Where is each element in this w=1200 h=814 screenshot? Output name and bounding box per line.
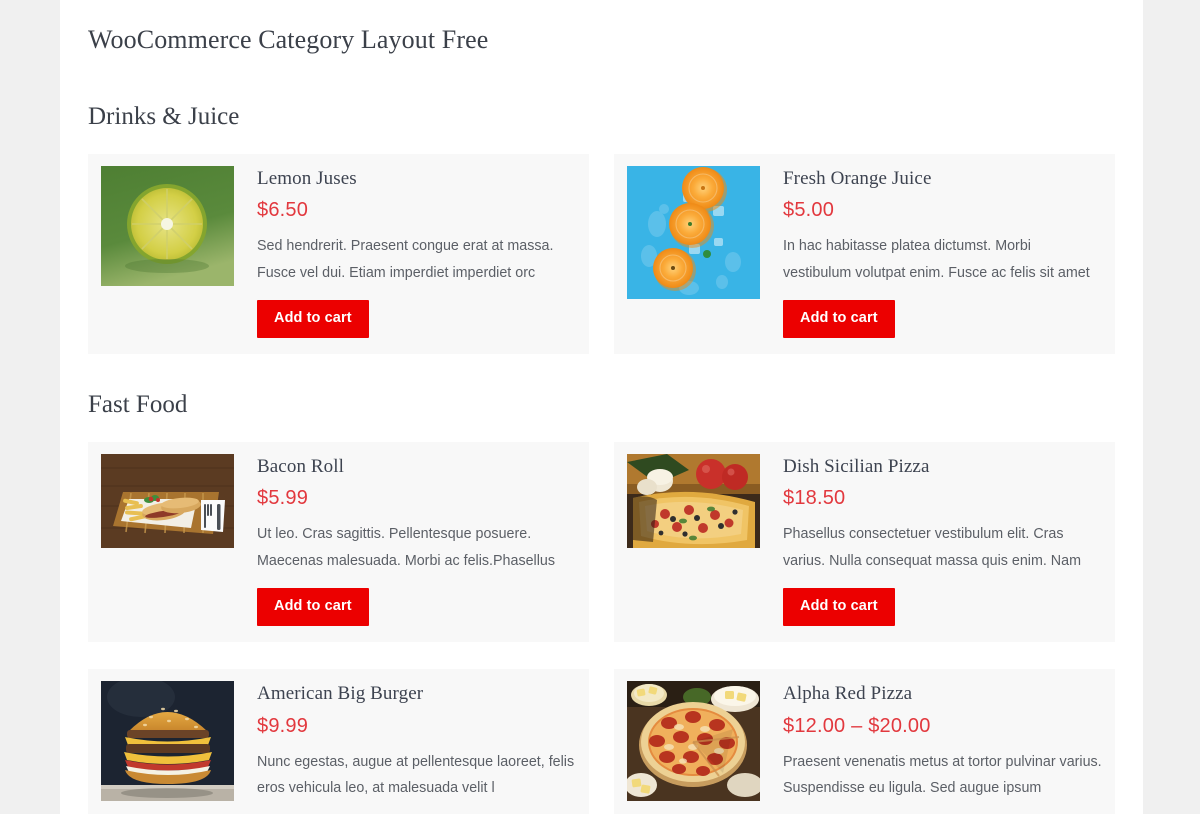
product-description: In hac habitasse platea dictumst. Morbi …	[783, 238, 1090, 281]
add-to-cart-button[interactable]: Add to cart	[783, 300, 895, 338]
product-description: Praesent venenatis metus at tortor pulvi…	[783, 753, 1102, 797]
product-card[interactable]: Dish Sicilian Pizza $18.50 Phasellus con…	[614, 441, 1115, 642]
product-name[interactable]: Fresh Orange Juice	[783, 168, 1102, 191]
product-details: Bacon Roll $5.99 Ut leo. Cras sagittis. …	[257, 454, 576, 626]
product-grid: Bacon Roll $5.99 Ut leo. Cras sagittis. …	[88, 441, 1115, 814]
product-description: Ut leo. Cras sagittis. Pellentesque posu…	[257, 526, 556, 569]
product-price: $5.00	[783, 199, 835, 222]
product-details: American Big Burger $9.99 Nunc egestas, …	[257, 681, 576, 814]
product-details: Lemon Juses $6.50 Sed hendrerit. Praesen…	[257, 166, 576, 338]
product-name[interactable]: Dish Sicilian Pizza	[783, 456, 1102, 479]
product-name[interactable]: Alpha Red Pizza	[783, 683, 1102, 706]
product-card[interactable]: Fresh Orange Juice $5.00 In hac habitass…	[614, 153, 1115, 354]
category-title: Drinks & Juice	[88, 102, 240, 130]
add-to-cart-button[interactable]: Add to cart	[257, 300, 369, 338]
product-card[interactable]: Bacon Roll $5.99 Ut leo. Cras sagittis. …	[88, 441, 589, 642]
product-card[interactable]: Lemon Juses $6.50 Sed hendrerit. Praesen…	[88, 153, 589, 354]
product-description: Sed hendrerit. Praesent congue erat at m…	[257, 238, 554, 281]
product-description: Nunc egestas, augue at pellentesque laor…	[257, 753, 575, 797]
product-name[interactable]: American Big Burger	[257, 683, 576, 706]
category-section-fast-food: Fast Food Bacon Roll $5.99 Ut leo. Cras …	[88, 354, 1115, 814]
pepperoni-pizza-on-wooden-table-image[interactable]	[627, 680, 760, 801]
product-price: $18.50	[783, 487, 846, 510]
product-details: Fresh Orange Juice $5.00 In hac habitass…	[783, 166, 1102, 338]
content-sheet: WooCommerce Category Layout Free Drinks …	[60, 0, 1143, 814]
bacon-roll-with-fries-on-wooden-table-image[interactable]	[101, 453, 234, 548]
double-cheeseburger-on-dark-background-image[interactable]	[101, 680, 234, 801]
add-to-cart-button[interactable]: Add to cart	[257, 588, 369, 626]
product-price: $6.50	[257, 199, 309, 222]
category-title: Fast Food	[88, 390, 188, 418]
product-price: $9.99	[257, 714, 309, 737]
product-card[interactable]: Alpha Red Pizza $12.00 – $20.00 Praesent…	[614, 668, 1115, 814]
product-name[interactable]: Bacon Roll	[257, 456, 576, 479]
lemon-slice-on-green-background-image[interactable]	[101, 165, 234, 286]
product-price: $12.00 – $20.00	[783, 714, 931, 737]
product-details: Alpha Red Pizza $12.00 – $20.00 Praesent…	[783, 681, 1102, 814]
product-description: Phasellus consectetuer vestibulum elit. …	[783, 526, 1081, 569]
page-background: WooCommerce Category Layout Free Drinks …	[0, 0, 1200, 814]
product-price: $5.99	[257, 487, 309, 510]
product-card[interactable]: American Big Burger $9.99 Nunc egestas, …	[88, 668, 589, 814]
page-title: WooCommerce Category Layout Free	[88, 25, 489, 54]
sicilian-pizza-with-tomatoes-and-mushrooms-image[interactable]	[627, 453, 760, 548]
product-grid: Lemon Juses $6.50 Sed hendrerit. Praesen…	[88, 153, 1115, 354]
product-name[interactable]: Lemon Juses	[257, 168, 576, 191]
category-section-drinks-juice: Drinks & Juice Lemon Juses $6.50 Sed hen…	[88, 57, 1115, 354]
orange-halves-on-blue-background-image[interactable]	[627, 165, 760, 299]
product-details: Dish Sicilian Pizza $18.50 Phasellus con…	[783, 454, 1102, 626]
add-to-cart-button[interactable]: Add to cart	[783, 588, 895, 626]
